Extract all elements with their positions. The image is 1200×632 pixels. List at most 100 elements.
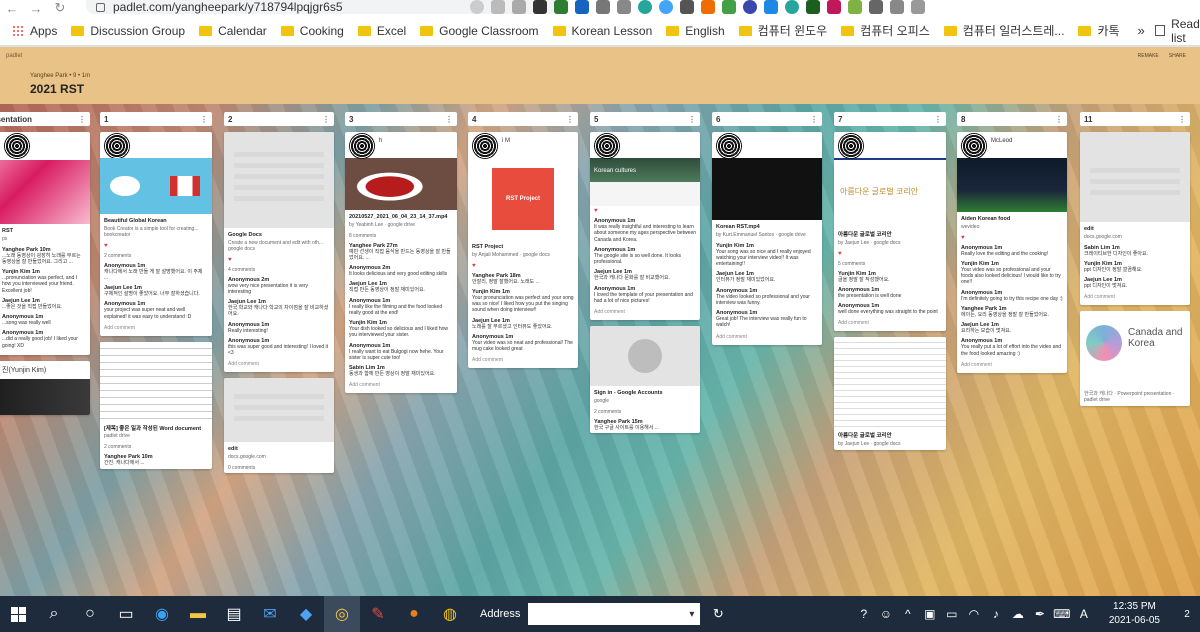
post-card[interactable]: h 20210527_2021_06_04_23_14_37.mp4 by Ye…: [345, 132, 457, 394]
post-card[interactable]: 진(Yunjin Kim): [0, 360, 90, 415]
forward-button[interactable]: →: [24, 0, 48, 16]
extension-icon[interactable]: [890, 0, 904, 14]
search-icon[interactable]: [470, 0, 484, 14]
reading-list-button[interactable]: Reading list: [1154, 17, 1200, 45]
mail-icon[interactable]: ✉: [252, 596, 288, 632]
heart-icon[interactable]: ♥: [224, 255, 334, 265]
padlet-logo[interactable]: padlet: [6, 53, 22, 59]
extension-icon[interactable]: [617, 0, 631, 14]
dropbox-icon[interactable]: ◆: [288, 596, 324, 632]
share-icon[interactable]: [491, 0, 505, 14]
more-icon[interactable]: ⋮: [445, 115, 453, 124]
extension-icon[interactable]: [596, 0, 610, 14]
add-comment-input[interactable]: Add comment: [834, 317, 946, 331]
bookmark-folder[interactable]: Google Classroom: [420, 24, 539, 38]
ime-icon[interactable]: A: [1073, 596, 1095, 632]
remake-button[interactable]: REMAKE: [1138, 53, 1159, 59]
extension-icon[interactable]: [638, 0, 652, 14]
more-icon[interactable]: ⋮: [78, 115, 86, 124]
extension-icon[interactable]: [575, 0, 589, 14]
bookmark-folder[interactable]: 컴퓨터 일러스트레...: [943, 22, 1064, 39]
puzzle-icon[interactable]: [911, 0, 925, 14]
extension-icon[interactable]: [680, 0, 694, 14]
post-card[interactable]: Korean RST.mp4 by Kurt.Emmanuel Santos ·…: [712, 132, 822, 345]
post-card[interactable]: RST ps Yanghee Park 10m ...노래 동영상이 굉장히 노래…: [0, 132, 90, 355]
add-comment-input[interactable]: Add comment: [957, 359, 1067, 373]
paint-icon[interactable]: ✎: [360, 596, 396, 632]
extension-icon[interactable]: [785, 0, 799, 14]
edge-icon[interactable]: ◉: [144, 596, 180, 632]
add-comment-input[interactable]: Add comment: [345, 379, 457, 393]
extension-icon[interactable]: [743, 0, 757, 14]
clock[interactable]: 12:35 PM 2021-06-05: [1109, 600, 1160, 628]
more-icon[interactable]: ⋮: [810, 115, 818, 124]
more-icon[interactable]: ⋮: [1055, 115, 1063, 124]
extension-icon[interactable]: [806, 0, 820, 14]
people-icon[interactable]: ☺: [875, 596, 897, 632]
post-card[interactable]: Canada and Korea 한국과 캐나다 · Powerpoint pr…: [1080, 311, 1190, 407]
extension-icon[interactable]: [554, 0, 568, 14]
bookmarks-overflow-button[interactable]: »: [1138, 23, 1145, 38]
post-card[interactable]: McLeod Aiden Korean food wevideo ♥ Anony…: [957, 132, 1067, 373]
chevron-down-icon[interactable]: ▾: [689, 609, 694, 620]
back-button[interactable]: ←: [0, 0, 24, 16]
post-card[interactable]: edit docs.google.com Sabin Lim 1m 크레이티브한 …: [1080, 132, 1190, 306]
heart-icon[interactable]: ♥: [957, 233, 1067, 243]
volume-icon[interactable]: ♪: [985, 596, 1007, 632]
chrome-icon[interactable]: ◎: [324, 596, 360, 632]
chevron-up-icon[interactable]: ^: [897, 596, 919, 632]
bookmark-apps[interactable]: Apps: [12, 24, 57, 38]
add-comment-input[interactable]: Add comment: [100, 322, 212, 336]
extension-icon[interactable]: [722, 0, 736, 14]
post-card[interactable]: 아름다운 글로벌 코리안 아름다운 글로벌 코리안 by Jaejun Lee …: [834, 132, 946, 332]
extension-icon[interactable]: [533, 0, 547, 14]
bookmark-folder[interactable]: English: [666, 24, 725, 38]
bookmark-folder[interactable]: 카톡: [1078, 22, 1120, 39]
extension-icon[interactable]: [701, 0, 715, 14]
bookmark-folder[interactable]: Cooking: [280, 24, 344, 38]
add-comment-input[interactable]: Add comment: [712, 331, 822, 345]
share-button[interactable]: SHARE: [1169, 53, 1186, 59]
bookmark-folder[interactable]: Discussion Group: [71, 24, 185, 38]
onedrive-icon[interactable]: ☁: [1007, 596, 1029, 632]
add-comment-input[interactable]: Add comment: [468, 354, 578, 368]
more-icon[interactable]: ⋮: [322, 115, 330, 124]
heart-icon[interactable]: ♥: [590, 206, 700, 216]
more-icon[interactable]: ⋮: [200, 115, 208, 124]
post-card[interactable]: edit docs.google.com 0 comments: [224, 378, 334, 473]
extension-icon[interactable]: [848, 0, 862, 14]
start-button[interactable]: [0, 596, 36, 632]
heart-icon[interactable]: ♥: [834, 249, 946, 259]
color-picker-icon[interactable]: ●: [396, 596, 432, 632]
reload-button[interactable]: ↻: [48, 0, 72, 16]
post-card[interactable]: Google Docs Create a new document and ed…: [224, 132, 334, 373]
extension-icon[interactable]: [659, 0, 673, 14]
refresh-icon[interactable]: ↻: [700, 596, 736, 632]
more-icon[interactable]: ⋮: [934, 115, 942, 124]
post-card[interactable]: Korean cultures ♥ Anonymous 1m It was rea…: [590, 132, 700, 320]
bookmark-star-icon[interactable]: [512, 0, 526, 14]
file-explorer-icon[interactable]: ▬: [180, 596, 216, 632]
app-icon[interactable]: ◍: [432, 596, 468, 632]
help-icon[interactable]: ?: [853, 596, 875, 632]
heart-icon[interactable]: ♥: [100, 241, 212, 251]
post-card[interactable]: i M RST Project RST Project by Anjali Mo…: [468, 132, 578, 369]
search-icon[interactable]: ⌕: [36, 596, 72, 632]
cortana-icon[interactable]: ○: [72, 596, 108, 632]
extension-icon[interactable]: [827, 0, 841, 14]
extension-icon[interactable]: [764, 0, 778, 14]
post-card[interactable]: Sign in - Google Accounts google 2 comme…: [590, 326, 700, 433]
more-icon[interactable]: ⋮: [1178, 115, 1186, 124]
extension-icon[interactable]: [869, 0, 883, 14]
pen-icon[interactable]: ✒: [1029, 596, 1051, 632]
notification-center-button[interactable]: 2: [1174, 603, 1200, 625]
bookmark-folder[interactable]: Korean Lesson: [552, 24, 652, 38]
bookmark-folder[interactable]: 컴퓨터 윈도우: [738, 22, 827, 39]
store-icon[interactable]: ▤: [216, 596, 252, 632]
bookmark-folder[interactable]: 컴퓨터 오피스: [841, 22, 930, 39]
network-icon[interactable]: ▣: [919, 596, 941, 632]
post-card[interactable]: [제목] 좋은 일과 작성된 Word document padlet driv…: [100, 341, 212, 469]
more-icon[interactable]: ⋮: [566, 115, 574, 124]
more-icon[interactable]: ⋮: [688, 115, 696, 124]
task-view-icon[interactable]: ▭: [108, 596, 144, 632]
